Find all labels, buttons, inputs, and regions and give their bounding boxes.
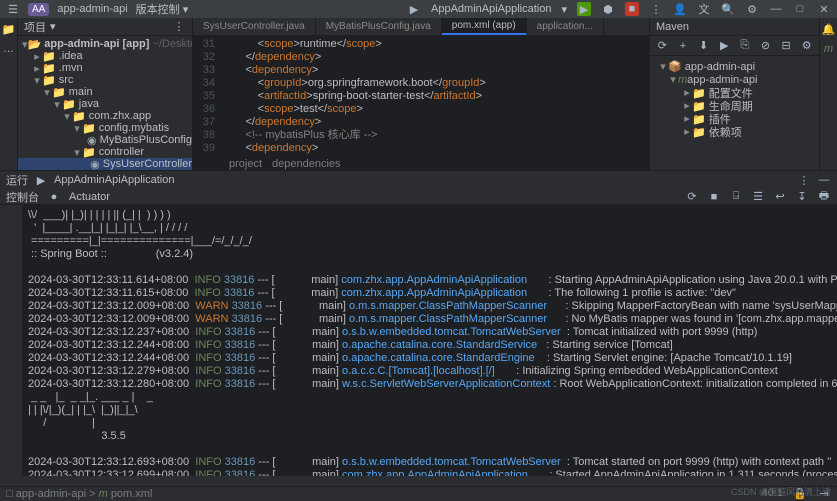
run-panel: 运行 ▶ AppAdminApiApplication ⋮ — 控制台 ● Ac… (0, 170, 837, 476)
exit-icon[interactable]: ⍈ (729, 190, 743, 204)
maven-row[interactable]: ▾📦 app-admin-api (654, 60, 815, 73)
console-tab[interactable]: 控制台 (6, 189, 39, 205)
filter-icon[interactable]: ☰ (751, 190, 765, 204)
code-lines[interactable]: <scope>runtime</scope> </dependency> <de… (221, 36, 649, 156)
menu-icon[interactable]: ☰ (6, 2, 20, 16)
editor-tab[interactable]: pom.xml (app) (442, 18, 527, 35)
editor-tab[interactable]: application... (527, 18, 604, 35)
toggle-icon[interactable]: ⎘ (739, 39, 752, 53)
close-icon[interactable]: ✕ (817, 2, 831, 16)
run-hide-icon[interactable]: — (817, 173, 831, 187)
minimize-icon[interactable]: — (769, 2, 783, 16)
editor-tab[interactable]: MyBatisPlusConfig.java (316, 18, 442, 35)
skip-icon[interactable]: ⊘ (759, 39, 772, 53)
run-small-icon: ▶ (34, 173, 48, 187)
editor-tab[interactable]: SysUserController.java (193, 18, 316, 35)
run-config-chevron-icon[interactable]: ▾ (561, 3, 567, 16)
run-more-icon[interactable]: ⋮ (797, 173, 811, 187)
reload-icon[interactable]: ⟳ (656, 39, 669, 53)
stop-button[interactable]: ■ (625, 2, 639, 16)
status-indent-icon[interactable]: ⇥ (817, 487, 831, 501)
scroll-icon[interactable]: ↧ (795, 190, 809, 204)
debug-button[interactable]: ⬢ (601, 2, 615, 16)
actuator-tab[interactable]: Actuator (69, 191, 110, 203)
maven-panel: Maven ⟳ + ⬇ ▶ ⎘ ⊘ ⊟ ⚙ ▾📦 app-admin-api▾m… (649, 18, 819, 170)
panel-more-icon[interactable]: ⋮ (172, 20, 186, 34)
maximize-icon[interactable]: □ (793, 2, 807, 16)
account-icon[interactable]: 👤 (673, 2, 687, 16)
left-toolbar: 📁 … (0, 18, 18, 170)
right-toolbar: 🔔 m (819, 18, 837, 170)
tree-row[interactable]: ▸📁 .idea (18, 50, 192, 62)
tree-row[interactable]: ▾📁 config.mybatis (18, 122, 192, 134)
maven-toolbar: ⟳ + ⬇ ▶ ⎘ ⊘ ⊟ ⚙ (650, 36, 819, 56)
tree-root[interactable]: ▾📂 app-admin-api [app] ~/Desktop/app (18, 38, 192, 50)
download-icon[interactable]: ⬇ (697, 39, 710, 53)
run-maven-icon[interactable]: ▶ (718, 39, 731, 53)
run-tab-label[interactable]: 运行 (6, 172, 28, 188)
tree-row[interactable]: ◉ MyBatisPlusConfig (18, 134, 192, 146)
breadcrumb-item[interactable]: project (229, 158, 262, 170)
stop-run-icon[interactable]: ■ (707, 190, 721, 204)
console-gutter (0, 205, 22, 476)
run-config-label[interactable]: AppAdminApiApplication (54, 174, 174, 186)
project-panel: 项目 ▾ ⋮ ▾📂 app-admin-api [app] ~/Desktop/… (18, 18, 193, 170)
tree-row[interactable]: ◉ SysUserController (18, 158, 192, 170)
rerun-icon[interactable]: ⟳ (685, 190, 699, 204)
breadcrumb: project dependencies (193, 156, 649, 170)
maven-title: Maven (656, 21, 689, 33)
titlebar: ☰ AA app-admin-api 版本控制 ▾ ▶ AppAdminApiA… (0, 0, 837, 18)
statusbar: □ app-admin-api > m pom.xml 40:1 🔒 ⇥ (0, 486, 837, 500)
settings-icon[interactable]: ⚙ (745, 2, 759, 16)
soft-wrap-icon[interactable]: ↩ (773, 190, 787, 204)
maven-row[interactable]: ▸📁 生命周期 (654, 99, 815, 112)
more-icon[interactable]: ⋮ (649, 2, 663, 16)
console-output[interactable]: \\/ ___)| |_)| | | | | || (_| | ) ) ) ) … (22, 205, 837, 476)
collapse-icon[interactable]: ⊟ (780, 39, 793, 53)
tree-row[interactable]: ▾📁 com.zhx.app (18, 110, 192, 122)
project-panel-title: 项目 (24, 19, 46, 35)
editor-tabs: SysUserController.javaMyBatisPlusConfig.… (193, 18, 649, 36)
editor-area: SysUserController.javaMyBatisPlusConfig.… (193, 18, 649, 170)
status-lock-icon[interactable]: 🔒 (793, 487, 807, 501)
maven-row[interactable]: ▸📁 依赖项 (654, 125, 815, 138)
structure-tool-icon[interactable]: … (2, 42, 16, 56)
notifications-icon[interactable]: 🔔 (822, 22, 836, 36)
maven-tree[interactable]: ▾📦 app-admin-api▾m app-admin-api▸📁 配置文件▸… (650, 56, 819, 142)
translate-icon[interactable]: 文 (697, 2, 711, 16)
tree-row[interactable]: ▾📁 src (18, 74, 192, 86)
settings-maven-icon[interactable]: ⚙ (800, 39, 813, 53)
project-badge[interactable]: AA (28, 3, 49, 16)
actuator-icon: ● (47, 190, 61, 204)
run-config-icon: ▶ (407, 2, 421, 16)
status-path[interactable]: □ app-admin-api > m pom.xml (6, 488, 152, 500)
tree-row[interactable]: ▾📁 java (18, 98, 192, 110)
breadcrumb-item[interactable]: dependencies (272, 158, 341, 170)
generate-icon[interactable]: + (677, 39, 690, 53)
run-button[interactable]: ▶ (577, 2, 591, 16)
branch-dropdown[interactable]: 版本控制 ▾ (136, 1, 189, 17)
gutter: 31 32 33 34 35 36 37 38 39 (193, 36, 221, 156)
print-icon[interactable]: 🖶 (817, 190, 831, 204)
maven-tool-icon[interactable]: m (822, 42, 836, 56)
tree-row[interactable]: ▾📁 controller (18, 146, 192, 158)
panel-chevron-icon[interactable]: ▾ (50, 20, 56, 33)
project-tree[interactable]: ▾📂 app-admin-api [app] ~/Desktop/app ▸📁 … (18, 36, 192, 170)
tree-row[interactable]: ▸📁 .mvn (18, 62, 192, 74)
search-icon[interactable]: 🔍 (721, 2, 735, 16)
project-tool-icon[interactable]: 📁 (2, 22, 16, 36)
tree-row[interactable]: ▾📁 main (18, 86, 192, 98)
run-config-name[interactable]: AppAdminApiApplication (431, 3, 551, 15)
project-name[interactable]: app-admin-api (57, 3, 127, 15)
caret-position[interactable]: 40:1 (762, 487, 783, 501)
